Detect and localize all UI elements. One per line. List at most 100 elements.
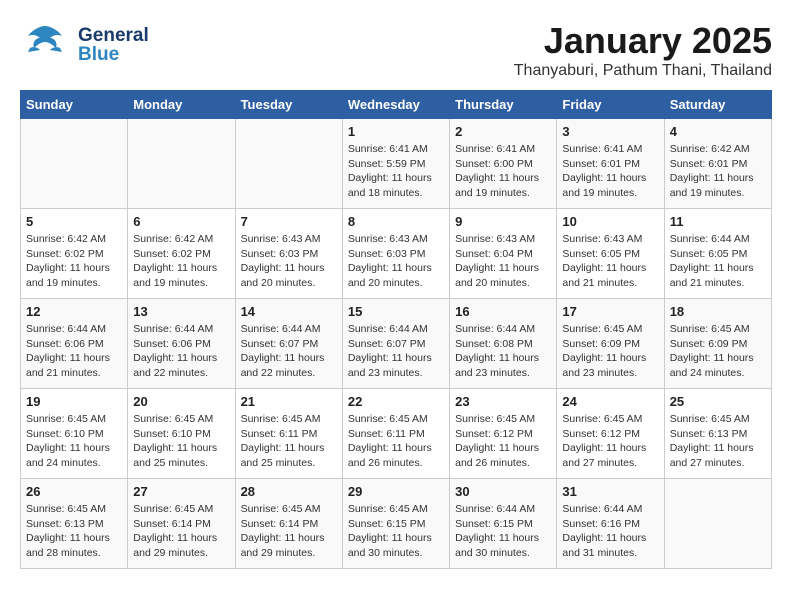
calendar-header-thursday: Thursday (450, 91, 557, 119)
logo-general-text: General (78, 26, 149, 45)
calendar-header-sunday: Sunday (21, 91, 128, 119)
day-number: 30 (455, 484, 551, 499)
calendar-cell: 14 Sunrise: 6:44 AM Sunset: 6:07 PM Dayli… (235, 299, 342, 389)
day-info: Sunrise: 6:42 AM Sunset: 6:02 PM Dayligh… (133, 232, 229, 291)
calendar-cell: 1Sunrise: 6:41 AM Sunset: 5:59 PM Daylig… (342, 119, 449, 209)
calendar-cell: 15 Sunrise: 6:44 AM Sunset: 6:07 PM Dayli… (342, 299, 449, 389)
calendar-cell: 31 Sunrise: 6:44 AM Sunset: 6:16 PM Dayli… (557, 479, 664, 569)
calendar-cell: 6Sunrise: 6:42 AM Sunset: 6:02 PM Daylig… (128, 209, 235, 299)
day-info: Sunrise: 6:44 AM Sunset: 6:07 PM Dayligh… (348, 322, 444, 381)
calendar-cell: 12 Sunrise: 6:44 AM Sunset: 6:06 PM Dayli… (21, 299, 128, 389)
calendar-header-tuesday: Tuesday (235, 91, 342, 119)
day-info: Sunrise: 6:41 AM Sunset: 5:59 PM Dayligh… (348, 142, 444, 201)
day-info: Sunrise: 6:43 AM Sunset: 6:03 PM Dayligh… (241, 232, 337, 291)
title-block: January 2025 Thanyaburi, Pathum Thani, T… (514, 20, 772, 80)
calendar-cell: 3Sunrise: 6:41 AM Sunset: 6:01 PM Daylig… (557, 119, 664, 209)
calendar-week-row: 12 Sunrise: 6:44 AM Sunset: 6:06 PM Dayli… (21, 299, 772, 389)
day-info: Sunrise: 6:45 AM Sunset: 6:11 PM Dayligh… (241, 412, 337, 471)
day-info: Sunrise: 6:44 AM Sunset: 6:06 PM Dayligh… (133, 322, 229, 381)
month-title: January 2025 (514, 20, 772, 62)
day-number: 11 (670, 214, 766, 229)
day-number: 26 (26, 484, 122, 499)
day-info: Sunrise: 6:44 AM Sunset: 6:16 PM Dayligh… (562, 502, 658, 561)
calendar-cell: 23Sunrise: 6:45 AM Sunset: 6:12 PM Dayli… (450, 389, 557, 479)
calendar-cell: 26 Sunrise: 6:45 AM Sunset: 6:13 PM Dayli… (21, 479, 128, 569)
logo: General Blue (20, 20, 149, 69)
calendar-header-monday: Monday (128, 91, 235, 119)
logo-blue-text: Blue (78, 45, 149, 64)
day-number: 17 (562, 304, 658, 319)
day-info: Sunrise: 6:45 AM Sunset: 6:13 PM Dayligh… (670, 412, 766, 471)
calendar-cell (235, 119, 342, 209)
day-number: 2 (455, 124, 551, 139)
day-info: Sunrise: 6:43 AM Sunset: 6:05 PM Dayligh… (562, 232, 658, 291)
day-info: Sunrise: 6:45 AM Sunset: 6:12 PM Dayligh… (562, 412, 658, 471)
calendar-header-friday: Friday (557, 91, 664, 119)
day-info: Sunrise: 6:44 AM Sunset: 6:07 PM Dayligh… (241, 322, 337, 381)
day-number: 15 (348, 304, 444, 319)
day-number: 25 (670, 394, 766, 409)
day-number: 21 (241, 394, 337, 409)
calendar-cell: 24Sunrise: 6:45 AM Sunset: 6:12 PM Dayli… (557, 389, 664, 479)
day-info: Sunrise: 6:45 AM Sunset: 6:11 PM Dayligh… (348, 412, 444, 471)
day-number: 10 (562, 214, 658, 229)
day-number: 8 (348, 214, 444, 229)
calendar-cell: 21 Sunrise: 6:45 AM Sunset: 6:11 PM Dayli… (235, 389, 342, 479)
day-info: Sunrise: 6:42 AM Sunset: 6:02 PM Dayligh… (26, 232, 122, 291)
calendar-cell: 11 Sunrise: 6:44 AM Sunset: 6:05 PM Dayli… (664, 209, 771, 299)
day-info: Sunrise: 6:45 AM Sunset: 6:12 PM Dayligh… (455, 412, 551, 471)
day-number: 16 (455, 304, 551, 319)
day-info: Sunrise: 6:44 AM Sunset: 6:05 PM Dayligh… (670, 232, 766, 291)
day-info: Sunrise: 6:44 AM Sunset: 6:15 PM Dayligh… (455, 502, 551, 561)
day-info: Sunrise: 6:41 AM Sunset: 6:00 PM Dayligh… (455, 142, 551, 201)
page-header: General Blue January 2025 Thanyaburi, Pa… (20, 20, 772, 80)
logo-svg (20, 20, 70, 69)
day-info: Sunrise: 6:45 AM Sunset: 6:10 PM Dayligh… (133, 412, 229, 471)
calendar-cell: 9 Sunrise: 6:43 AM Sunset: 6:04 PM Daylig… (450, 209, 557, 299)
day-number: 29 (348, 484, 444, 499)
calendar-week-row: 1Sunrise: 6:41 AM Sunset: 5:59 PM Daylig… (21, 119, 772, 209)
day-info: Sunrise: 6:45 AM Sunset: 6:15 PM Dayligh… (348, 502, 444, 561)
day-number: 5 (26, 214, 122, 229)
calendar-cell: 27Sunrise: 6:45 AM Sunset: 6:14 PM Dayli… (128, 479, 235, 569)
day-number: 20 (133, 394, 229, 409)
day-info: Sunrise: 6:43 AM Sunset: 6:04 PM Dayligh… (455, 232, 551, 291)
day-number: 13 (133, 304, 229, 319)
day-info: Sunrise: 6:45 AM Sunset: 6:09 PM Dayligh… (670, 322, 766, 381)
day-info: Sunrise: 6:45 AM Sunset: 6:09 PM Dayligh… (562, 322, 658, 381)
day-info: Sunrise: 6:45 AM Sunset: 6:13 PM Dayligh… (26, 502, 122, 561)
day-info: Sunrise: 6:45 AM Sunset: 6:14 PM Dayligh… (133, 502, 229, 561)
day-number: 31 (562, 484, 658, 499)
calendar-cell: 7Sunrise: 6:43 AM Sunset: 6:03 PM Daylig… (235, 209, 342, 299)
calendar-header-saturday: Saturday (664, 91, 771, 119)
calendar-header-wednesday: Wednesday (342, 91, 449, 119)
calendar-cell: 22 Sunrise: 6:45 AM Sunset: 6:11 PM Dayli… (342, 389, 449, 479)
calendar-cell: 4 Sunrise: 6:42 AM Sunset: 6:01 PM Daylig… (664, 119, 771, 209)
day-number: 22 (348, 394, 444, 409)
day-info: Sunrise: 6:45 AM Sunset: 6:10 PM Dayligh… (26, 412, 122, 471)
day-info: Sunrise: 6:42 AM Sunset: 6:01 PM Dayligh… (670, 142, 766, 201)
calendar-cell: 29 Sunrise: 6:45 AM Sunset: 6:15 PM Dayli… (342, 479, 449, 569)
calendar-cell: 30 Sunrise: 6:44 AM Sunset: 6:15 PM Dayli… (450, 479, 557, 569)
calendar-cell (128, 119, 235, 209)
calendar-cell: 19Sunrise: 6:45 AM Sunset: 6:10 PM Dayli… (21, 389, 128, 479)
calendar-table: SundayMondayTuesdayWednesdayThursdayFrid… (20, 90, 772, 569)
calendar-cell: 8Sunrise: 6:43 AM Sunset: 6:03 PM Daylig… (342, 209, 449, 299)
day-number: 18 (670, 304, 766, 319)
day-number: 4 (670, 124, 766, 139)
calendar-week-row: 26 Sunrise: 6:45 AM Sunset: 6:13 PM Dayli… (21, 479, 772, 569)
day-number: 28 (241, 484, 337, 499)
calendar-week-row: 5 Sunrise: 6:42 AM Sunset: 6:02 PM Daylig… (21, 209, 772, 299)
location-title: Thanyaburi, Pathum Thani, Thailand (514, 62, 772, 80)
day-number: 9 (455, 214, 551, 229)
day-info: Sunrise: 6:44 AM Sunset: 6:08 PM Dayligh… (455, 322, 551, 381)
calendar-week-row: 19Sunrise: 6:45 AM Sunset: 6:10 PM Dayli… (21, 389, 772, 479)
calendar-cell: 10 Sunrise: 6:43 AM Sunset: 6:05 PM Dayli… (557, 209, 664, 299)
day-info: Sunrise: 6:44 AM Sunset: 6:06 PM Dayligh… (26, 322, 122, 381)
day-info: Sunrise: 6:45 AM Sunset: 6:14 PM Dayligh… (241, 502, 337, 561)
day-number: 12 (26, 304, 122, 319)
calendar-cell: 16 Sunrise: 6:44 AM Sunset: 6:08 PM Dayli… (450, 299, 557, 389)
day-number: 14 (241, 304, 337, 319)
calendar-cell (664, 479, 771, 569)
calendar-cell: 17 Sunrise: 6:45 AM Sunset: 6:09 PM Dayli… (557, 299, 664, 389)
